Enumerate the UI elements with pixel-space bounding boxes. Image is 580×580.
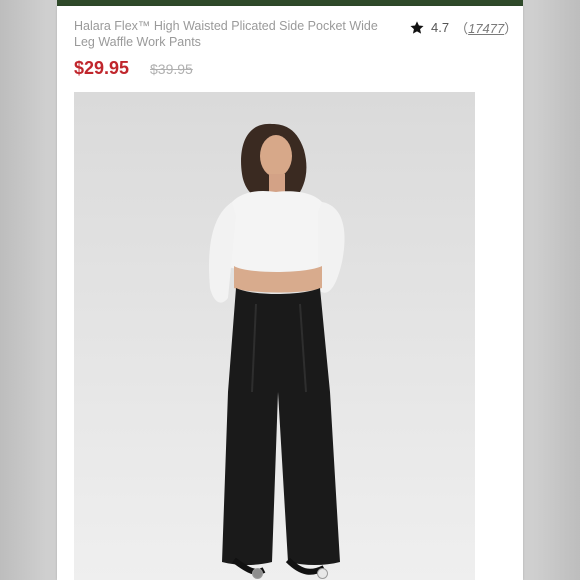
sale-price: $29.95 xyxy=(74,58,130,78)
product-header: Halara Flex™ High Waisted Plicated Side … xyxy=(57,6,523,92)
rating-value: 4.7 xyxy=(431,20,450,35)
gallery-dot[interactable] xyxy=(317,568,328,579)
review-count-link[interactable]: 17477 xyxy=(468,21,504,36)
model-photo xyxy=(74,92,475,580)
gallery-dot[interactable] xyxy=(252,568,263,579)
star-icon xyxy=(410,20,424,34)
gallery-dots xyxy=(57,568,523,579)
rating[interactable]: 4.7 （17477） xyxy=(409,18,517,37)
product-card: Halara Flex™ High Waisted Plicated Side … xyxy=(57,6,523,580)
review-count[interactable]: （17477） xyxy=(455,18,517,37)
product-title[interactable]: Halara Flex™ High Waisted Plicated Side … xyxy=(74,18,394,50)
original-price: $39.95 xyxy=(150,61,193,77)
product-image[interactable] xyxy=(74,92,475,580)
